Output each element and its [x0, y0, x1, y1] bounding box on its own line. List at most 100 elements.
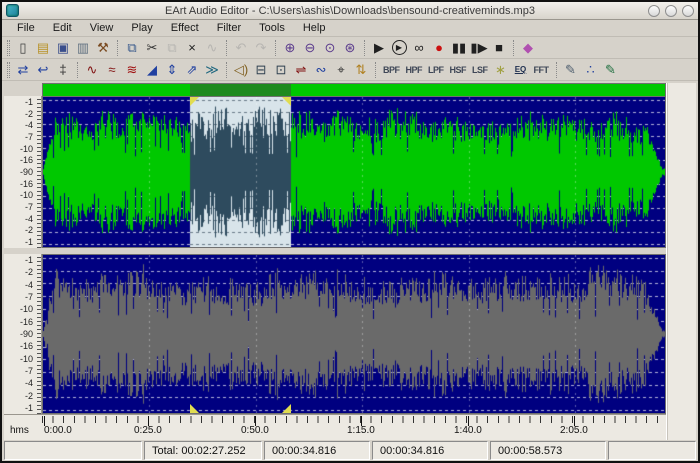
- fade-icon[interactable]: ◢: [142, 60, 162, 79]
- right-panel-strip: [666, 83, 696, 440]
- menu-item-tools[interactable]: Tools: [250, 21, 294, 35]
- time-ticks: [42, 416, 666, 423]
- selection-start-marker-bottom[interactable]: [190, 404, 199, 413]
- db-scale-label: -4: [25, 215, 33, 224]
- file-properties-icon[interactable]: ▥: [73, 38, 93, 57]
- normalize-icon[interactable]: ≈: [102, 60, 122, 79]
- record-icon[interactable]: ●: [429, 38, 449, 57]
- denoise-icon[interactable]: ∗: [491, 60, 511, 79]
- toolbar-grip: [7, 62, 10, 78]
- menu-item-play[interactable]: Play: [122, 21, 161, 35]
- rate-change-icon[interactable]: ⇗: [182, 60, 202, 79]
- play-all-glyph: ▶: [392, 40, 407, 55]
- delete-icon[interactable]: ×: [182, 38, 202, 57]
- vibrato-icon[interactable]: ≫: [202, 60, 222, 79]
- db-scale-label: -7: [25, 367, 33, 376]
- low-shelf-filter-button[interactable]: LSF: [469, 60, 491, 79]
- close-button[interactable]: [682, 5, 694, 17]
- cut-icon[interactable]: ✂: [142, 38, 162, 57]
- low-pass-filter-button[interactable]: LPF: [425, 60, 447, 79]
- pitch-shift-icon[interactable]: ⇅: [351, 60, 371, 79]
- db-scale-label: -1: [25, 238, 33, 247]
- equalizer-button[interactable]: EQ: [511, 60, 531, 79]
- menu-item-filter[interactable]: Filter: [208, 21, 250, 35]
- edit-cue-list-icon[interactable]: ✎: [561, 60, 581, 79]
- marker-icon[interactable]: ⌖: [331, 60, 351, 79]
- amplify-icon[interactable]: ≋: [122, 60, 142, 79]
- speaker-effect-icon[interactable]: ◁): [231, 60, 251, 79]
- high-pass-filter-button[interactable]: HPF: [403, 60, 426, 79]
- right-channel-panel: [42, 254, 666, 414]
- time-label: 1:15.0: [347, 425, 375, 436]
- band-pass-filter-button[interactable]: BPF: [380, 60, 403, 79]
- high-shelf-filter-button[interactable]: HSF: [447, 60, 470, 79]
- save-file-icon[interactable]: ▣: [53, 38, 73, 57]
- zoom-out-icon[interactable]: ⊖: [300, 38, 320, 57]
- menu-item-file[interactable]: File: [8, 21, 44, 35]
- menu-item-help[interactable]: Help: [294, 21, 335, 35]
- edit-envelope-icon[interactable]: ✎: [601, 60, 621, 79]
- play-icon[interactable]: ▶: [369, 38, 389, 57]
- waveform-left-channel[interactable]: [43, 97, 666, 247]
- stop-icon[interactable]: ■: [489, 38, 509, 57]
- maximize-button[interactable]: [665, 5, 677, 17]
- minimize-button[interactable]: [648, 5, 660, 17]
- undo-icon[interactable]: ↶: [231, 38, 251, 57]
- dither-icon[interactable]: ∴: [581, 60, 601, 79]
- status-cell-1: Total: 00:02:27.252: [144, 441, 262, 460]
- zoom-full-icon[interactable]: ⊙: [320, 38, 340, 57]
- echo-icon[interactable]: ∾: [311, 60, 331, 79]
- time-label: 0:25.0: [134, 425, 162, 436]
- status-cell-5: [608, 441, 696, 460]
- db-scale-label: -90: [20, 168, 33, 177]
- play-pause-icon[interactable]: ▮▶: [469, 38, 489, 57]
- db-scale-label: -10: [20, 355, 33, 364]
- overview-position-bar[interactable]: [42, 83, 666, 96]
- db-scale-label: -16: [20, 156, 33, 165]
- time-label: 0:00.0: [44, 425, 72, 436]
- channel-converter-icon[interactable]: ⇄: [13, 60, 33, 79]
- db-scale-label: -10: [20, 145, 33, 154]
- toolbar-separator: [117, 40, 118, 56]
- help-contents-icon[interactable]: ◆: [518, 38, 538, 57]
- loop-play-icon[interactable]: ∞: [409, 38, 429, 57]
- invert-icon[interactable]: ⊟: [251, 60, 271, 79]
- toolbar-separator: [275, 40, 276, 56]
- stretch-icon[interactable]: ⇕: [162, 60, 182, 79]
- paste-icon[interactable]: ⧉: [162, 38, 182, 57]
- pause-icon[interactable]: ▮▮: [449, 38, 469, 57]
- envelope-icon[interactable]: ⊡: [271, 60, 291, 79]
- audio-converter-icon[interactable]: ⚒: [93, 38, 113, 57]
- db-scale-label: -16: [20, 342, 33, 351]
- status-cell-4: 00:00:58.573: [490, 441, 606, 460]
- mix-paste-icon[interactable]: ⇌: [291, 60, 311, 79]
- reverse-icon[interactable]: ↩: [33, 60, 53, 79]
- fft-filter-button[interactable]: FFT: [531, 60, 552, 79]
- selection-end-marker-bottom[interactable]: [282, 404, 291, 413]
- trim-icon[interactable]: ∿: [202, 38, 222, 57]
- db-scale-label: -7: [25, 133, 33, 142]
- redo-icon[interactable]: ↷: [251, 38, 271, 57]
- noise-reduction-icon[interactable]: ∿: [82, 60, 102, 79]
- zoom-in-icon[interactable]: ⊕: [280, 38, 300, 57]
- waveform-right-channel[interactable]: [43, 255, 666, 413]
- menu-item-effect[interactable]: Effect: [162, 21, 208, 35]
- copy-icon[interactable]: ⧉: [122, 38, 142, 57]
- play-all-icon[interactable]: ▶: [389, 38, 409, 57]
- time-ruler[interactable]: hms 0:00.00:25.00:50.01:15.01:40.02:05.0: [4, 414, 666, 440]
- toolbar-separator: [226, 40, 227, 56]
- open-file-icon[interactable]: ▤: [33, 38, 53, 57]
- menu-item-view[interactable]: View: [81, 21, 123, 35]
- db-scale-label: -10: [20, 191, 33, 200]
- dc-offset-icon[interactable]: ‡: [53, 60, 73, 79]
- zoom-selection-icon[interactable]: ⊛: [340, 38, 360, 57]
- new-file-icon[interactable]: ▯: [13, 38, 33, 57]
- db-ruler-right-channel: -1-2-4-7-10-16-90-16-10-7-4-2-1: [4, 254, 42, 414]
- selection-end-marker-top[interactable]: [282, 97, 291, 106]
- time-label: 0:50.0: [241, 425, 269, 436]
- toolbar-separator: [556, 62, 557, 78]
- selection-start-marker-top[interactable]: [190, 97, 199, 106]
- menu-item-edit[interactable]: Edit: [44, 21, 81, 35]
- left-channel-panel: [42, 96, 666, 248]
- db-scale-label: -4: [25, 379, 33, 388]
